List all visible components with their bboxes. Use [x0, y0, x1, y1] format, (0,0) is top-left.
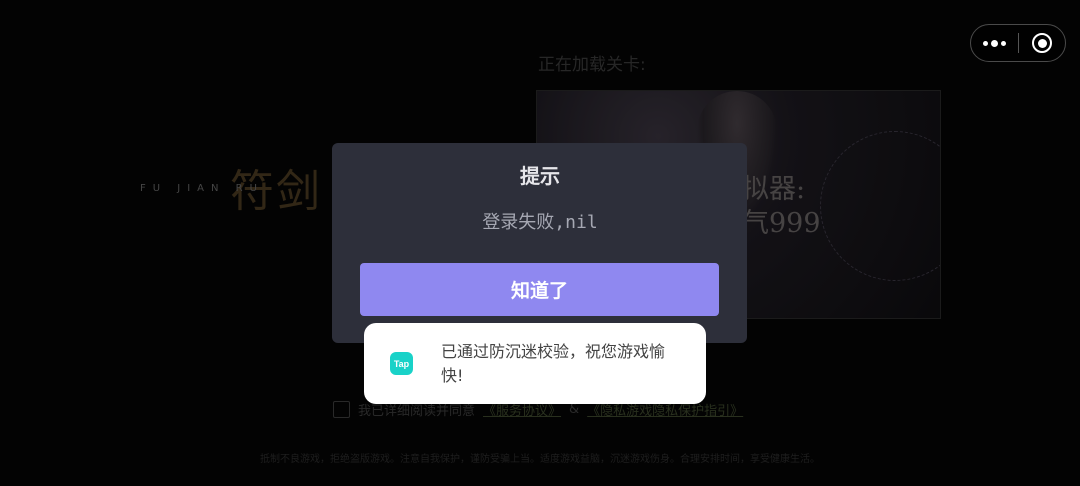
toast-message: 已通过防沉迷校验，祝您游戏愉快!: [441, 341, 666, 385]
close-mini-program-button[interactable]: [1019, 25, 1065, 61]
dialog-title: 提示: [520, 164, 560, 188]
target-close-icon: [1032, 33, 1052, 53]
capsule-menu: [970, 24, 1066, 62]
dialog-message: 登录失败,nil: [482, 212, 598, 233]
taptap-logo-icon: Tap: [390, 352, 413, 375]
more-dots-icon[interactable]: [971, 25, 1018, 61]
dialog-confirm-button[interactable]: 知道了: [360, 263, 719, 316]
anti-addiction-toast: Tap 已通过防沉迷校验，祝您游戏愉快!: [364, 323, 706, 404]
